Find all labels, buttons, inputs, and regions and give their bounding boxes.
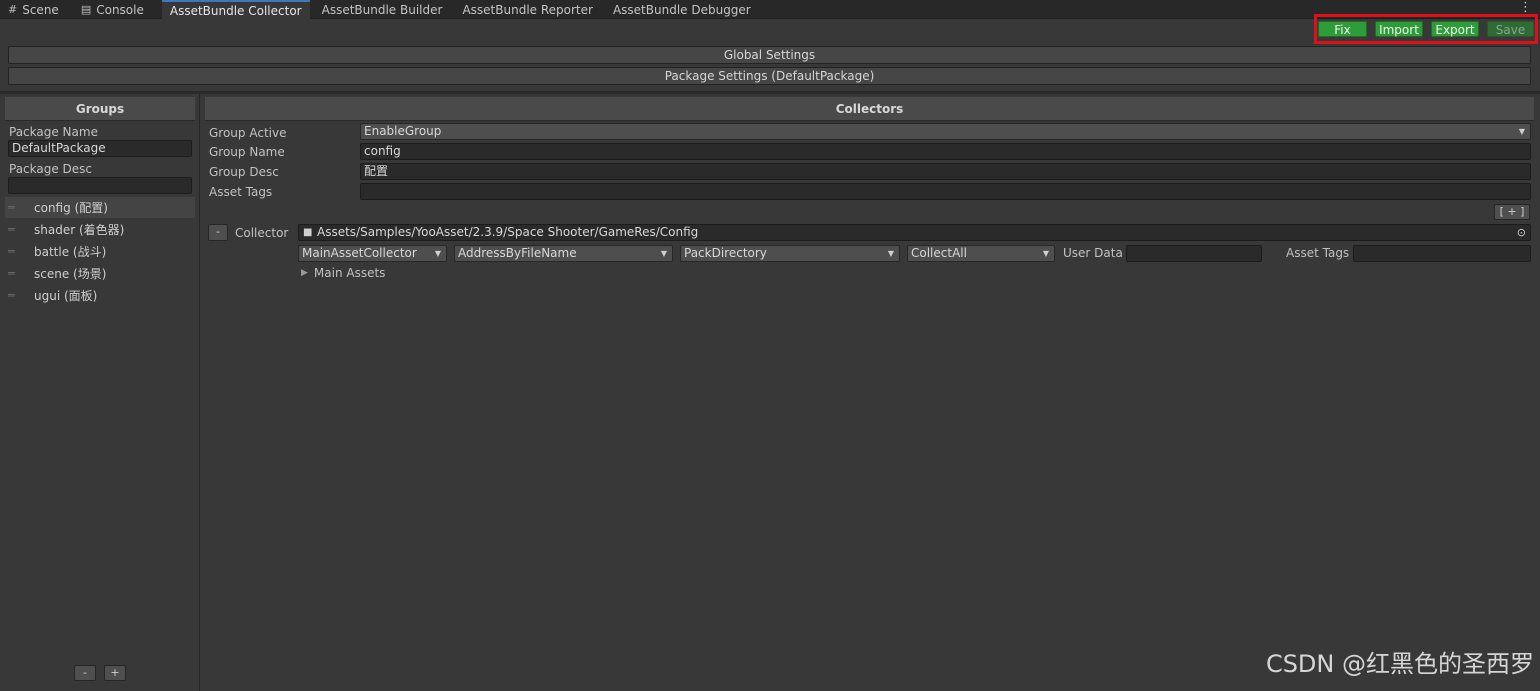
group-active-dropdown[interactable]: EnableGroup ▼ (360, 123, 1531, 140)
package-settings-foldout[interactable]: Package Settings (DefaultPackage) (8, 67, 1531, 85)
group-item-label: ugui (面板) (34, 289, 98, 303)
collector-type-value: MainAssetCollector (302, 246, 417, 260)
pack-rule-value: PackDirectory (684, 246, 767, 260)
group-item-shader[interactable]: ═ shader (着色器) (5, 219, 195, 240)
tab-label: Console (96, 2, 144, 17)
chevron-down-icon: ▼ (1042, 249, 1049, 258)
groups-header: Groups (5, 97, 195, 121)
group-item-ugui[interactable]: ═ ugui (面板) (5, 285, 195, 306)
group-desc-label: Group Desc (209, 165, 279, 179)
drag-handle-icon[interactable]: ═ (8, 246, 20, 257)
main-assets-label: Main Assets (313, 266, 386, 280)
collectors-header: Collectors (205, 97, 1534, 121)
package-name-label: Package Name (9, 125, 98, 139)
group-item-label: config (配置) (34, 201, 108, 215)
drag-handle-icon[interactable]: ═ (8, 224, 20, 235)
add-group-button[interactable]: + (104, 665, 126, 681)
asset-tags-field[interactable] (360, 183, 1531, 200)
tab-scene[interactable]: # Scene (0, 0, 67, 19)
console-icon: ▤ (80, 3, 92, 16)
editor-tab-bar: # Scene ▤ Console AssetBundle Collector … (0, 0, 1540, 20)
chevron-down-icon: ▼ (1518, 127, 1525, 136)
filter-rule-dropdown[interactable]: CollectAll ▼ (907, 245, 1055, 262)
group-item-label: battle (战斗) (34, 245, 107, 259)
grid-icon: # (8, 3, 18, 16)
chevron-down-icon: ▼ (887, 249, 894, 258)
group-active-label: Group Active (209, 126, 287, 140)
tab-label: AssetBundle Debugger (612, 2, 751, 17)
package-desc-label: Package Desc (9, 162, 93, 176)
global-settings-foldout[interactable]: Global Settings (8, 46, 1531, 64)
drag-handle-icon[interactable]: ═ (8, 202, 20, 213)
filter-rule-value: CollectAll (911, 246, 967, 260)
group-item-scene[interactable]: ═ scene (场景) (5, 263, 195, 284)
tab-assetbundle-reporter[interactable]: AssetBundle Reporter (450, 0, 601, 19)
asset-tags-label: Asset Tags (209, 185, 273, 199)
collectors-panel: Collectors Group Active EnableGroup ▼ Gr… (201, 94, 1540, 691)
group-item-config[interactable]: ═ config (配置) (5, 197, 195, 218)
triangle-right-icon: ▶ (301, 268, 308, 278)
object-picker-icon[interactable]: ⊙ (1517, 225, 1526, 240)
chevron-down-icon: ▼ (434, 249, 441, 258)
tab-label: AssetBundle Collector (169, 4, 302, 18)
group-item-label: scene (场景) (34, 267, 107, 281)
address-rule-dropdown[interactable]: AddressByFileName ▼ (454, 245, 673, 262)
group-item-label: shader (着色器) (34, 223, 125, 237)
main-assets-foldout[interactable]: ▶ Main Assets (301, 266, 385, 280)
group-item-battle[interactable]: ═ battle (战斗) (5, 241, 195, 262)
collector-asset-tags-label: Asset Tags (1286, 246, 1350, 260)
user-data-label: User Data (1063, 246, 1123, 260)
watermark-text: CSDN @红黑色的圣西罗 (1265, 650, 1534, 678)
folder-icon: ■ (303, 227, 313, 238)
tab-label: AssetBundle Builder (321, 2, 443, 17)
chevron-down-icon: ▼ (660, 249, 667, 258)
package-desc-field[interactable] (8, 177, 192, 194)
add-collector-button[interactable]: [ + ] (1494, 204, 1530, 220)
package-name-field[interactable]: DefaultPackage (8, 140, 192, 157)
tab-assetbundle-collector[interactable]: AssetBundle Collector (161, 0, 310, 20)
highlight-annotation-box (1314, 14, 1538, 44)
tab-assetbundle-debugger[interactable]: AssetBundle Debugger (601, 0, 759, 19)
tab-console[interactable]: ▤ Console (67, 0, 152, 19)
address-rule-value: AddressByFileName (458, 246, 577, 260)
remove-collector-button[interactable]: - (208, 224, 228, 241)
collector-type-dropdown[interactable]: MainAssetCollector ▼ (298, 245, 447, 262)
collector-path-field[interactable]: ■ Assets/Samples/YooAsset/2.3.9/Space Sh… (298, 224, 1531, 241)
remove-group-button[interactable]: - (74, 665, 96, 681)
collector-asset-tags-field[interactable] (1353, 245, 1531, 262)
collector-label: Collector (235, 226, 289, 240)
user-data-field[interactable] (1126, 245, 1262, 262)
toolbar (0, 19, 1540, 40)
tab-assetbundle-builder[interactable]: AssetBundle Builder (310, 0, 451, 19)
drag-handle-icon[interactable]: ═ (8, 268, 20, 279)
pack-rule-dropdown[interactable]: PackDirectory ▼ (680, 245, 900, 262)
collector-path-value: Assets/Samples/YooAsset/2.3.9/Space Shoo… (317, 225, 699, 239)
group-name-field[interactable]: config (360, 143, 1531, 160)
tab-label: AssetBundle Reporter (462, 2, 593, 17)
group-active-value: EnableGroup (364, 124, 442, 138)
group-name-label: Group Name (209, 145, 285, 159)
groups-panel: Groups Package Name DefaultPackage Packa… (0, 94, 200, 691)
group-desc-field[interactable]: 配置 (360, 163, 1531, 180)
tab-label: Scene (22, 2, 59, 17)
drag-handle-icon[interactable]: ═ (8, 290, 20, 301)
